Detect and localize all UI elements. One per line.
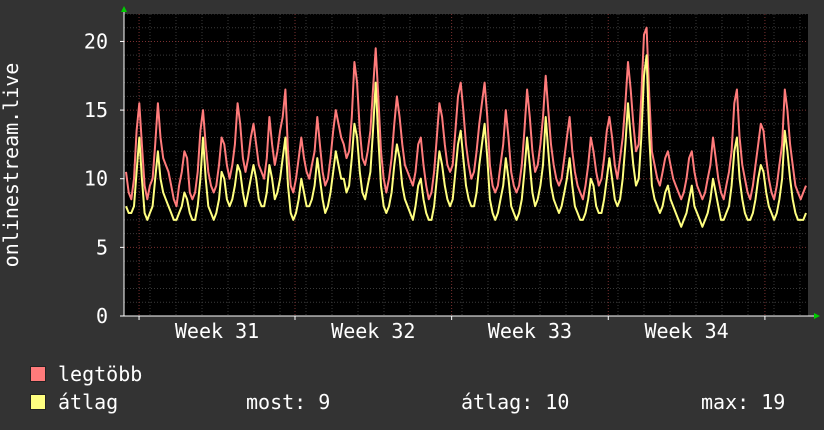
y-tick-label: 5 (96, 235, 108, 259)
legend-label-legtobb: legtöbb (58, 362, 143, 386)
stat-max: max: 19 (701, 390, 786, 414)
x-tick-label: Week 34 (644, 319, 728, 343)
x-tick-label: Week 31 (175, 319, 259, 343)
y-axis-label: onlinestream.live (0, 63, 23, 268)
x-axis-arrow (814, 313, 820, 319)
y-tick-label: 10 (84, 167, 108, 191)
y-tick-label: 20 (84, 29, 108, 53)
x-tick-label: Week 33 (488, 319, 572, 343)
legend-item-legtobb: legtöbb (30, 362, 142, 386)
legend-label-atlag: átlag (58, 390, 119, 414)
y-axis-arrow (121, 6, 127, 12)
legend-swatch-legtobb (30, 365, 46, 382)
legend-item-atlag: átlag (30, 390, 118, 414)
legend-swatch-atlag (30, 393, 46, 410)
y-tick-label: 15 (84, 98, 108, 122)
y-tick-label: 0 (96, 304, 108, 328)
x-tick-label: Week 32 (331, 319, 415, 343)
stat-most: most: 9 (246, 390, 331, 414)
stat-atlag: átlag: 10 (461, 390, 570, 414)
